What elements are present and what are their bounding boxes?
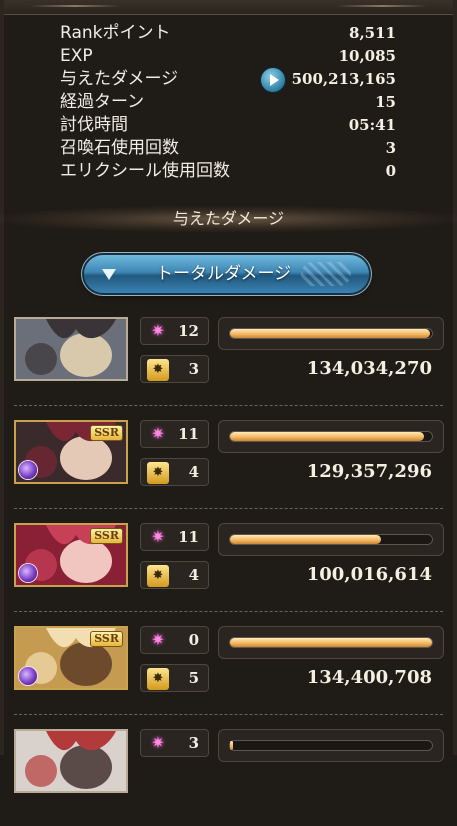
gauge-track [229,328,433,339]
star-count: 3 [188,734,199,752]
damage-gauge [218,420,444,453]
character-portrait[interactable] [14,317,128,381]
ougi-icon: ✸ [147,565,169,587]
stat-label: EXP [60,46,93,66]
character-row: SSR ✷ 0 ✸ 5 134,400,708 [0,623,457,723]
sparkle-icon: ✷ [151,630,165,649]
play-icon[interactable] [261,68,285,92]
ssr-badge: SSR [90,425,123,441]
stat-value: 500,213,165 [291,70,396,88]
stat-value: 0 [385,162,396,180]
star-count: 0 [188,631,199,649]
stat-value: 8,511 [349,24,396,42]
stat-value: 15 [375,93,396,111]
portrait-art [16,319,126,379]
sparkle-icon: ✷ [151,733,165,752]
damage-value: 134,034,270 [306,358,432,379]
stat-label: 与えたダメージ [60,69,179,89]
gauge-track [229,637,433,648]
row-divider [14,508,443,509]
damage-gauge [218,317,444,350]
ssr-badge: SSR [90,528,123,544]
star-count-box: ✷ 3 [140,729,209,757]
gauge-fill [230,638,432,647]
total-damage-label: トータルダメージ [156,264,292,284]
button-decoration [301,262,351,286]
dark-element-icon [19,667,37,685]
stat-label: 経過ターン [60,92,145,112]
stat-turns: 経過ターン 15 [60,91,396,114]
star-count-box: ✷ 11 [140,420,209,448]
ougi-count-box: ✸ 3 [140,355,209,383]
sparkle-icon: ✷ [151,321,165,340]
portrait-art [16,731,126,791]
damage-value: 129,357,296 [306,461,432,482]
damage-gauge [218,729,444,762]
ssr-badge: SSR [90,631,123,647]
sparkle-icon: ✷ [151,424,165,443]
row-divider [14,611,443,612]
ougi-count-box: ✸ 4 [140,561,209,589]
stat-label: 召喚石使用回数 [60,138,179,158]
gauge-fill [230,329,430,338]
stat-clear-time: 討伐時間 05:41 [60,114,396,137]
star-count-box: ✷ 11 [140,523,209,551]
stat-value: 05:41 [348,116,396,134]
star-count: 11 [178,528,199,546]
damage-gauge [218,626,444,659]
section-title: 与えたダメージ [0,206,457,232]
character-portrait[interactable]: SSR [14,420,128,484]
stat-exp: EXP 10,085 [60,45,396,68]
ougi-count: 5 [188,669,199,687]
gauge-fill [230,535,381,544]
sparkle-icon: ✷ [151,527,165,546]
ougi-icon: ✸ [147,359,169,381]
star-count-box: ✷ 0 [140,626,209,654]
stat-elixir-uses: エリクシール使用回数 0 [60,160,396,183]
ougi-count: 4 [188,566,199,584]
damage-gauge [218,523,444,556]
ougi-count-box: ✸ 5 [140,664,209,692]
star-count: 11 [178,425,199,443]
stat-label: 討伐時間 [60,115,128,135]
stat-rank-points: Rankポイント 8,511 [60,22,396,45]
gauge-track [229,534,433,545]
stat-label: Rankポイント [60,23,171,43]
result-stats: Rankポイント 8,511 EXP 10,085 与えたダメージ 500,21… [60,22,396,183]
character-portrait[interactable] [14,729,128,793]
character-portrait[interactable]: SSR [14,626,128,690]
character-row: ✷ 12 ✸ 3 134,034,270 [0,314,457,414]
star-count: 12 [178,322,199,340]
ougi-count: 3 [188,360,199,378]
damage-value: 100,016,614 [306,564,432,585]
character-row: SSR ✷ 11 ✸ 4 100,016,614 [0,520,457,620]
gauge-fill [230,432,424,441]
row-divider [14,405,443,406]
stat-label: エリクシール使用回数 [60,161,230,181]
gauge-track [229,740,433,751]
character-row: SSR ✷ 11 ✸ 4 129,357,296 [0,417,457,517]
stat-value: 10,085 [338,47,396,65]
ougi-count-box: ✸ 4 [140,458,209,486]
dark-element-icon [19,461,37,479]
star-count-box: ✷ 12 [140,317,209,345]
ougi-icon: ✸ [147,668,169,690]
gauge-fill [230,741,233,750]
gauge-track [229,431,433,442]
character-row: ✷ 3 [0,726,457,826]
top-frame [0,0,457,15]
stat-value: 3 [385,139,396,157]
ougi-count: 4 [188,463,199,481]
stat-damage-dealt: 与えたダメージ 500,213,165 [60,68,396,92]
total-damage-button[interactable]: トータルダメージ [84,255,369,293]
dropdown-arrow-icon [102,269,116,280]
row-divider [14,714,443,715]
character-portrait[interactable]: SSR [14,523,128,587]
stat-summon-uses: 召喚石使用回数 3 [60,137,396,160]
damage-value: 134,400,708 [306,667,432,688]
dark-element-icon [19,564,37,582]
ougi-icon: ✸ [147,462,169,484]
